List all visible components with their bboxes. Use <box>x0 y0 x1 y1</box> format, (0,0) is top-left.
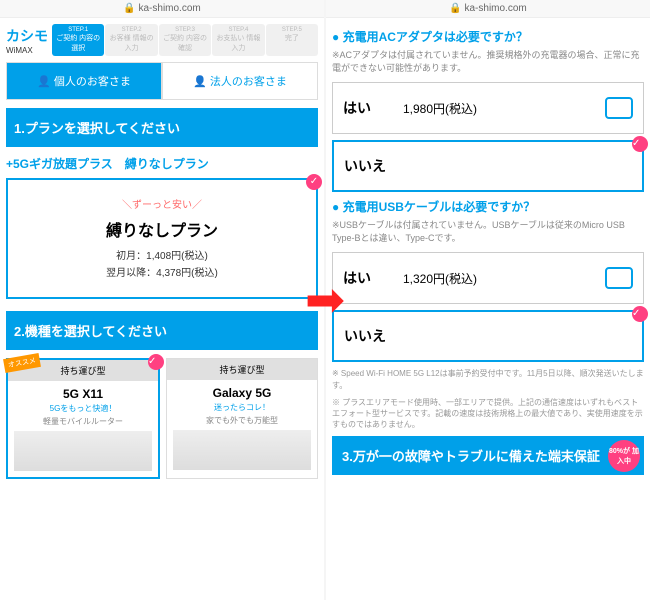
device-tag: 5Gをもっと快適！ <box>14 403 152 414</box>
step-1: STEP.1ご契約 内容の選択 <box>52 24 104 56</box>
plan-card[interactable]: ✓ ＼ずーっと安い／ 縛りなしプラン 初月：1,408円(税込) 翌月以降：4,… <box>6 178 318 299</box>
arrow-icon: ➡ <box>305 272 345 328</box>
section-1-head: 1.プランを選択してください <box>6 108 318 147</box>
left-screen: ka-shimo.com カシモ WiMAX STEP.1ご契約 内容の選択 S… <box>0 0 324 600</box>
check-icon: ✓ <box>632 136 648 152</box>
option-no-cable[interactable]: ✓ いいえ <box>332 310 644 362</box>
step-3: STEP.3ご契約 内容の確認 <box>159 24 211 56</box>
question-2: 充電用USBケーブルは必要ですか？ <box>332 198 644 215</box>
check-icon: ✓ <box>306 174 322 190</box>
device-2[interactable]: 持ち運び型 Galaxy 5G 迷ったらコレ！ 家でも外でも万能型 <box>166 358 318 479</box>
device-name: Galaxy 5G <box>173 386 311 400</box>
device-tag: 迷ったらコレ！ <box>173 402 311 413</box>
plan-name: 縛りなしプラン <box>18 217 306 241</box>
plan-label: +5Gギガ放題プラス 縛りなしプラン <box>6 155 318 172</box>
right-screen: ka-shimo.com 充電用ACアダプタは必要ですか？ ※ACアダプタは付属… <box>326 0 650 600</box>
step-2: STEP.2お客様 情報の入力 <box>105 24 157 56</box>
device-image <box>173 430 311 470</box>
step-5: STEP.5完了 <box>266 24 318 56</box>
device-image <box>14 431 152 471</box>
tab-personal[interactable]: 個人のお客さま <box>6 62 162 100</box>
footnote-1: ※ Speed Wi-Fi HOME 5G L12は事前予約受付中です。11月5… <box>332 368 644 390</box>
device-desc: 家でも外でも万能型 <box>173 415 311 426</box>
device-1[interactable]: オススメ ✓ 持ち運び型 5G X11 5Gをもっと快適！ 軽量モバイルルーター <box>6 358 160 479</box>
footnote-2: ※ プラスエリアモード使用時、一部エリアで提供。上記の通信速度はいずれもベストエ… <box>332 397 644 431</box>
cable-icon <box>605 267 633 289</box>
plan-tagline: ＼ずーっと安い／ <box>18 196 306 211</box>
question-1-note: ※ACアダプタは付属されていません。推奨規格外の充電器の場合、正常に充電ができな… <box>332 49 644 74</box>
url-bar: ka-shimo.com <box>326 0 650 18</box>
question-1: 充電用ACアダプタは必要ですか？ <box>332 28 644 45</box>
question-2-note: ※USBケーブルは付属されていません。USBケーブルは従来のMicro USB … <box>332 219 644 244</box>
device-type: 持ち運び型 <box>167 359 317 380</box>
warranty-badge: 80%が 加入中 <box>608 440 640 472</box>
device-name: 5G X11 <box>14 387 152 401</box>
logo: カシモ <box>6 26 48 46</box>
adapter-icon <box>605 97 633 119</box>
plan-first-price: 初月：1,408円(税込) <box>18 247 306 262</box>
option-yes-cable[interactable]: はい 1,320円(税込) <box>332 252 644 304</box>
plan-after-price: 翌月以降：4,378円(税込) <box>18 264 306 279</box>
stepper: STEP.1ご契約 内容の選択 STEP.2お客様 情報の入力 STEP.3ご契… <box>52 24 318 56</box>
check-icon: ✓ <box>632 306 648 322</box>
url-bar: ka-shimo.com <box>0 0 324 18</box>
step-4: STEP.4お支払い 情報入力 <box>212 24 264 56</box>
tab-business[interactable]: 法人のお客さま <box>162 62 318 100</box>
logo-sub: WiMAX <box>6 46 48 55</box>
option-no-adapter[interactable]: ✓ いいえ <box>332 140 644 192</box>
check-icon: ✓ <box>148 354 164 370</box>
section-3-warranty: 3.万が一の故障やトラブルに備えた端末保証 80%が 加入中 <box>332 436 644 475</box>
option-yes-adapter[interactable]: はい 1,980円(税込) <box>332 82 644 134</box>
device-desc: 軽量モバイルルーター <box>14 416 152 427</box>
section-2-head: 2.機種を選択してください <box>6 311 318 350</box>
